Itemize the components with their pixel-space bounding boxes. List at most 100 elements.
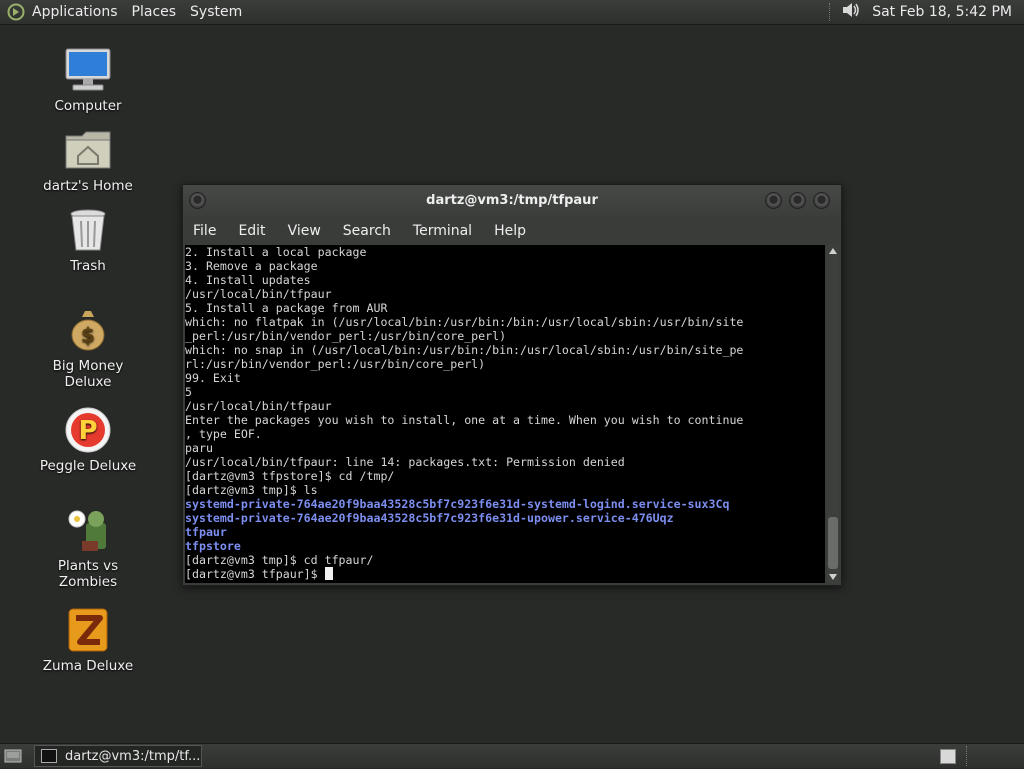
volume-icon[interactable]: [840, 0, 862, 24]
terminal-line-text: 3. Remove a package: [185, 259, 318, 273]
terminal-line-text: 4. Install updates: [185, 273, 311, 287]
terminal-line-text: _perl:/usr/bin/vendor_perl:/usr/bin/core…: [185, 329, 507, 343]
applications-menu[interactable]: Applications: [32, 4, 118, 20]
minimize-button[interactable]: [765, 192, 782, 209]
terminal-line: /usr/local/bin/tfpaur: line 14: packages…: [185, 455, 825, 469]
terminal-line-text: /usr/local/bin/tfpaur: [185, 399, 332, 413]
svg-text:P: P: [78, 416, 97, 446]
desktop-icon-trash[interactable]: Trash: [28, 204, 148, 274]
desktop-icon-label: Big Money Deluxe: [52, 358, 124, 390]
terminal-line: [dartz@vm3 tmp]$ ls: [185, 483, 825, 497]
terminal-line-text: [dartz@vm3 tmp]$ cd tfpaur/: [185, 553, 374, 567]
computer-icon: [62, 44, 114, 96]
desktop-icon-label: dartz's Home: [43, 178, 133, 194]
menu-edit[interactable]: Edit: [238, 223, 265, 239]
terminal-line: /usr/local/bin/tfpaur: [185, 399, 825, 413]
terminal-line: which: no snap in (/usr/local/bin:/usr/b…: [185, 343, 825, 357]
terminal-line: 99. Exit: [185, 371, 825, 385]
desktop-icon-computer[interactable]: Computer: [28, 44, 148, 114]
terminal-line: which: no flatpak in (/usr/local/bin:/us…: [185, 315, 825, 329]
scroll-down-icon[interactable]: [827, 571, 839, 583]
terminal-line: 5: [185, 385, 825, 399]
window-titlebar[interactable]: dartz@vm3:/tmp/tfpaur: [183, 185, 841, 217]
terminal-line: 5. Install a package from AUR: [185, 301, 825, 315]
close-button[interactable]: [813, 192, 830, 209]
window-title: dartz@vm3:/tmp/tfpaur: [426, 193, 598, 208]
system-tray: Sat Feb 18, 5:42 PM: [829, 0, 1024, 24]
terminal-line: tfpstore: [185, 539, 825, 553]
desktop-icon-zuma[interactable]: Zuma Deluxe: [28, 604, 148, 674]
desktop-icon-label: Computer: [54, 98, 122, 114]
terminal-line-text: 5. Install a package from AUR: [185, 301, 388, 315]
terminal-line: systemd-private-764ae20f9baa43528c5bf7c9…: [185, 511, 825, 525]
terminal-line: tfpaur: [185, 525, 825, 539]
taskbar-terminal-button[interactable]: dartz@vm3:/tmp/tf...: [34, 745, 202, 767]
terminal-line: , type EOF.: [185, 427, 825, 441]
peggle-icon: P: [62, 404, 114, 456]
clock[interactable]: Sat Feb 18, 5:42 PM: [872, 4, 1012, 20]
terminal-line-text: which: no flatpak in (/usr/local/bin:/us…: [185, 315, 744, 329]
desktop-icon-label: Zuma Deluxe: [42, 658, 134, 674]
terminal-line: [dartz@vm3 tfpaur]$: [185, 567, 825, 581]
terminal-line: Enter the packages you wish to install, …: [185, 413, 825, 427]
terminal-line-text: 5: [185, 385, 192, 399]
money-bag-icon: $: [62, 304, 114, 356]
menu-file[interactable]: File: [193, 223, 216, 239]
menu-view[interactable]: View: [288, 223, 321, 239]
show-desktop-icon[interactable]: [4, 747, 22, 765]
menu-help[interactable]: Help: [494, 223, 526, 239]
terminal-line: 3. Remove a package: [185, 259, 825, 273]
system-menu[interactable]: System: [190, 4, 242, 20]
zuma-icon: [62, 604, 114, 656]
desktop-icon-label: Plants vs Zombies: [57, 558, 119, 590]
terminal-line-text: Enter the packages you wish to install, …: [185, 413, 744, 427]
terminal-line-text: /usr/local/bin/tfpaur: line 14: packages…: [185, 455, 625, 469]
tray-separator: [829, 3, 832, 21]
terminal-output[interactable]: 2. Install a local package 3. Remove a pa…: [185, 245, 825, 583]
desktop-icon-big-money[interactable]: $ Big Money Deluxe: [28, 304, 148, 390]
places-menu[interactable]: Places: [132, 4, 177, 20]
home-folder-icon: [62, 124, 114, 176]
terminal-line: systemd-private-764ae20f9baa43528c5bf7c9…: [185, 497, 825, 511]
terminal-line: 4. Install updates: [185, 273, 825, 287]
terminal-line-text: , type EOF.: [185, 427, 262, 441]
terminal-line: /usr/local/bin/tfpaur: [185, 287, 825, 301]
bottom-panel: dartz@vm3:/tmp/tf...: [0, 743, 1024, 768]
terminal-line-text: [dartz@vm3 tfpaur]$: [185, 567, 325, 581]
terminal-window: dartz@vm3:/tmp/tfpaur File Edit View Sea…: [182, 184, 842, 586]
desktop-icon-home[interactable]: dartz's Home: [28, 124, 148, 194]
terminal-line-text: systemd-private-764ae20f9baa43528c5bf7c9…: [185, 497, 730, 511]
gnome-foot-icon[interactable]: [6, 2, 26, 22]
top-panel: Applications Places System Sat Feb 18, 5…: [0, 0, 1024, 25]
panel-separator: [966, 746, 968, 766]
taskbar-terminal-label: dartz@vm3:/tmp/tf...: [65, 748, 201, 764]
plants-zombies-icon: [62, 504, 114, 556]
maximize-button[interactable]: [789, 192, 806, 209]
terminal-line-text: tfpstore: [185, 539, 241, 553]
menu-search[interactable]: Search: [343, 223, 391, 239]
terminal-line: [dartz@vm3 tfpstore]$ cd /tmp/: [185, 469, 825, 483]
terminal-line-text: 99. Exit: [185, 371, 241, 385]
terminal-line: [dartz@vm3 tmp]$ cd tfpaur/: [185, 553, 825, 567]
desktop-icon-plants-zombies[interactable]: Plants vs Zombies: [28, 504, 148, 590]
scroll-up-icon[interactable]: [827, 245, 839, 257]
terminal-line-text: tfpaur: [185, 525, 227, 539]
terminal-line-text: [dartz@vm3 tfpstore]$ cd /tmp/: [185, 469, 395, 483]
trash-icon: [62, 204, 114, 256]
scroll-thumb[interactable]: [828, 517, 838, 569]
terminal-line-text: systemd-private-764ae20f9baa43528c5bf7c9…: [185, 511, 674, 525]
terminal-scrollbar[interactable]: [827, 245, 839, 583]
svg-text:$: $: [81, 323, 95, 347]
terminal-line: _perl:/usr/bin/vendor_perl:/usr/bin/core…: [185, 329, 825, 343]
desktop-icon-label: Peggle Deluxe: [39, 458, 137, 474]
workspace-switcher[interactable]: [940, 749, 956, 764]
terminal-cursor: [324, 567, 333, 580]
terminal-line-text: /usr/local/bin/tfpaur: [185, 287, 332, 301]
menu-terminal[interactable]: Terminal: [413, 223, 472, 239]
terminal-line-text: which: no snap in (/usr/local/bin:/usr/b…: [185, 343, 744, 357]
terminal-line-text: rl:/usr/bin/vendor_perl:/usr/bin/core_pe…: [185, 357, 486, 371]
desktop-icon-label: Trash: [70, 258, 106, 274]
terminal-menubar: File Edit View Search Terminal Help: [183, 217, 841, 244]
desktop-icon-peggle[interactable]: P Peggle Deluxe: [28, 404, 148, 474]
terminal-line: rl:/usr/bin/vendor_perl:/usr/bin/core_pe…: [185, 357, 825, 371]
